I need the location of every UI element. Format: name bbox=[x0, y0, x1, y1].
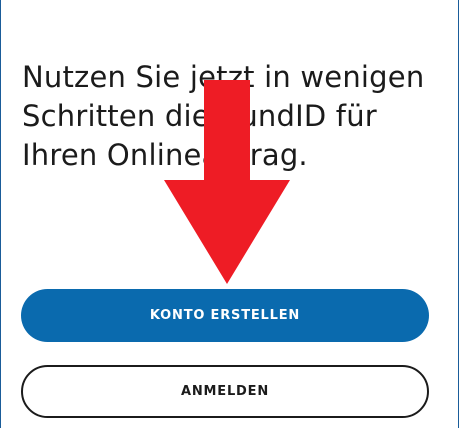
intro-line-3: Ihren Onlineantrag. bbox=[22, 138, 308, 172]
intro-line-1: Nutzen Sie jetzt in wenigen bbox=[22, 60, 425, 94]
account-prompt-card: Nutzen Sie jetzt in wenigen Schritten die… bbox=[0, 0, 459, 428]
intro-text: Nutzen Sie jetzt in wenigen Schritten die… bbox=[22, 58, 432, 175]
create-account-button[interactable]: KONTO ERSTELLEN bbox=[21, 289, 429, 342]
login-label: ANMELDEN bbox=[181, 384, 269, 399]
intro-line-2: Schritten die BundID für bbox=[22, 99, 377, 133]
create-account-label: KONTO ERSTELLEN bbox=[149, 308, 301, 323]
login-button[interactable]: ANMELDEN bbox=[21, 365, 429, 418]
card-border-left bbox=[0, 0, 1, 428]
